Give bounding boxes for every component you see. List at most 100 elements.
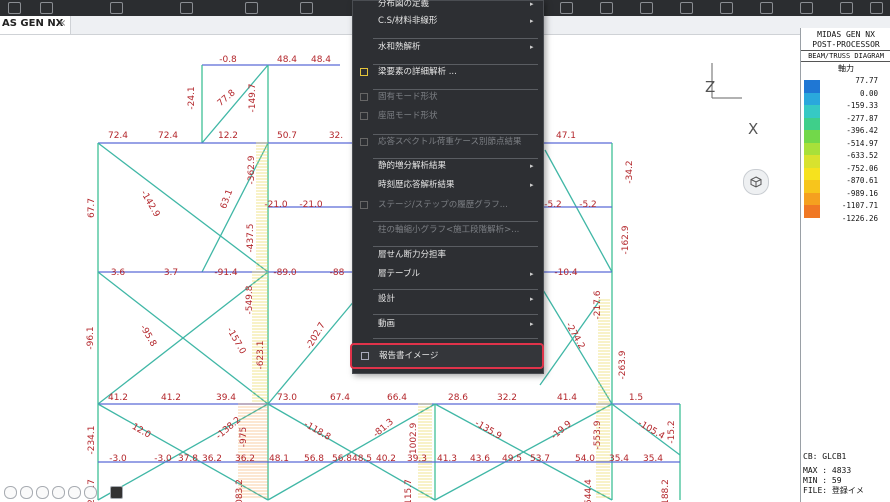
menu-item-10[interactable]: 柱の軸縮小グラフ<施工段階解析>...	[353, 221, 543, 239]
toolbar-icon[interactable]	[760, 2, 773, 14]
legend-component: 軸力	[838, 64, 854, 73]
menu-item-15[interactable]: 報告書イメージ	[350, 343, 544, 369]
legend-value: -633.52	[846, 151, 878, 160]
menu-item-label: 動画	[378, 319, 396, 329]
toolbar-icon[interactable]	[840, 2, 853, 14]
toolbar-icon[interactable]	[800, 2, 813, 14]
legend-swatch	[804, 142, 820, 155]
menu-item-icon	[360, 112, 368, 120]
camera-icon[interactable]	[110, 486, 123, 499]
menu-item-11[interactable]: 層せん断力分担率	[353, 246, 543, 264]
legend-value: -1226.26	[841, 213, 878, 223]
legend-value: -752.06	[846, 163, 878, 173]
legend-swatch	[804, 105, 820, 118]
menu-item-label: 固有モード形状	[378, 92, 438, 102]
toolbar-icon[interactable]	[8, 2, 21, 14]
legend-swatch	[804, 80, 820, 93]
legend-diagram-type: BEAM/TRUSS DIAGRAM	[801, 50, 890, 62]
menu-item-icon	[360, 201, 368, 209]
context-menu: 分布図の定義 ▸ C.S/材料非線形 ▸ 水和熱解析 ▸ 梁要素の詳細解析 ... 固有モード…	[350, 0, 544, 374]
menu-item-13[interactable]: 設計 ▸	[353, 290, 543, 308]
legend-swatch	[804, 192, 820, 205]
menu-item-label: 静的増分解析結果	[378, 161, 447, 171]
view-controls	[0, 484, 150, 500]
legend-footer: CB: GLCB1 MAX : 4833 MIN : 59 FILE: 登録イメ	[803, 452, 864, 496]
legend-file: FILE: 登録イメ	[803, 486, 864, 495]
legend-cb: CB: GLCB1	[803, 452, 847, 461]
menu-item-label: 座屈モード形状	[378, 111, 438, 121]
menu-item-8[interactable]: 時刻歴応答解析結果 ▸	[353, 176, 543, 194]
legend-swatch	[804, 180, 820, 193]
tab-title: AS GEN NX	[2, 18, 64, 29]
menu-item-label: 報告書イメージ	[379, 351, 439, 361]
axis-z-label: Z	[705, 78, 716, 96]
menu-item-14[interactable]: 動画 ▸	[353, 315, 543, 333]
close-icon[interactable]: ×	[58, 18, 66, 29]
menu-item-label: 時刻歴応答解析結果	[378, 180, 455, 190]
toolbar-icon[interactable]	[680, 2, 693, 14]
view-cube-button[interactable]	[743, 169, 769, 195]
legend-swatch	[804, 155, 820, 168]
legend-swatch	[804, 130, 820, 143]
legend-min: MIN : 59	[803, 476, 842, 485]
view-control-button[interactable]	[84, 486, 97, 499]
toolbar-icon[interactable]	[560, 2, 573, 14]
menu-item-9[interactable]: ステージ/ステップの履歴グラフ...	[353, 196, 543, 214]
toolbar-icon[interactable]	[640, 2, 653, 14]
cube-icon	[750, 176, 762, 188]
chevron-right-icon: ▸	[530, 181, 534, 189]
view-control-button[interactable]	[20, 486, 33, 499]
legend-swatch	[804, 92, 820, 105]
legend-value: -870.61	[846, 176, 878, 185]
legend-value: 0.00	[859, 88, 878, 98]
legend-value: -396.42	[846, 126, 878, 135]
toolbar-icon[interactable]	[600, 2, 613, 14]
menu-separator	[373, 338, 538, 339]
toolbar-icon[interactable]	[870, 2, 883, 14]
toolbar-icon[interactable]	[40, 2, 53, 14]
legend-title: MIDAS GEN NX	[817, 30, 875, 39]
chevron-right-icon: ▸	[530, 270, 534, 278]
menu-item-5[interactable]: 座屈モード形状	[353, 107, 543, 125]
legend-value: -159.33	[846, 101, 878, 110]
menu-item-6[interactable]: 応答スペクトル荷重ケース別節点結果	[353, 133, 543, 151]
legend-value: -1107.71	[841, 201, 878, 210]
menu-item-3[interactable]: 梁要素の詳細解析 ...	[353, 63, 543, 81]
chevron-right-icon: ▸	[530, 295, 534, 303]
view-control-button[interactable]	[4, 486, 17, 499]
document-tab[interactable]: AS GEN NX ×	[0, 16, 71, 34]
menu-item-label: 梁要素の詳細解析 ...	[378, 67, 457, 77]
report-icon	[361, 352, 369, 360]
view-control-button[interactable]	[52, 486, 65, 499]
view-control-button[interactable]	[68, 486, 81, 499]
legend-swatch	[804, 205, 820, 218]
axis-x-label: X	[748, 120, 759, 138]
toolbar-icon[interactable]	[110, 2, 123, 14]
menu-item-7[interactable]: 静的増分解析結果 ▸	[353, 157, 543, 175]
menu-item-icon	[360, 138, 368, 146]
chevron-right-icon: ▸	[530, 17, 534, 25]
chevron-right-icon: ▸	[530, 43, 534, 51]
menu-item-label: 層テーブル	[378, 269, 420, 279]
toolbar-icon[interactable]	[720, 2, 733, 14]
menu-item-2[interactable]: 水和熱解析 ▸	[353, 38, 543, 56]
toolbar-icon[interactable]	[180, 2, 193, 14]
legend-value: -514.97	[846, 138, 878, 148]
legend-value: 77.77	[855, 76, 878, 85]
toolbar-icon[interactable]	[245, 2, 258, 14]
legend-subtitle: POST-PROCESSOR	[812, 40, 880, 49]
chevron-right-icon: ▸	[530, 162, 534, 170]
legend-value: -989.16	[846, 188, 878, 198]
menu-item-icon	[360, 68, 368, 76]
menu-item-label: 設計	[378, 294, 396, 304]
menu-item-label: C.S/材料非線形	[378, 16, 438, 26]
toolbar-icon[interactable]	[300, 2, 313, 14]
view-control-button[interactable]	[36, 486, 49, 499]
menu-item-label: 層せん断力分担率	[378, 250, 447, 260]
menu-item-12[interactable]: 層テーブル ▸	[353, 265, 543, 283]
menu-item-4[interactable]: 固有モード形状	[353, 88, 543, 106]
menu-item-label: 柱の軸縮小グラフ<施工段階解析>...	[378, 225, 520, 235]
legend-swatch	[804, 167, 820, 180]
result-legend: MIDAS GEN NX POST-PROCESSOR BEAM/TRUSS D…	[800, 28, 890, 502]
menu-item-1[interactable]: C.S/材料非線形 ▸	[353, 12, 543, 30]
